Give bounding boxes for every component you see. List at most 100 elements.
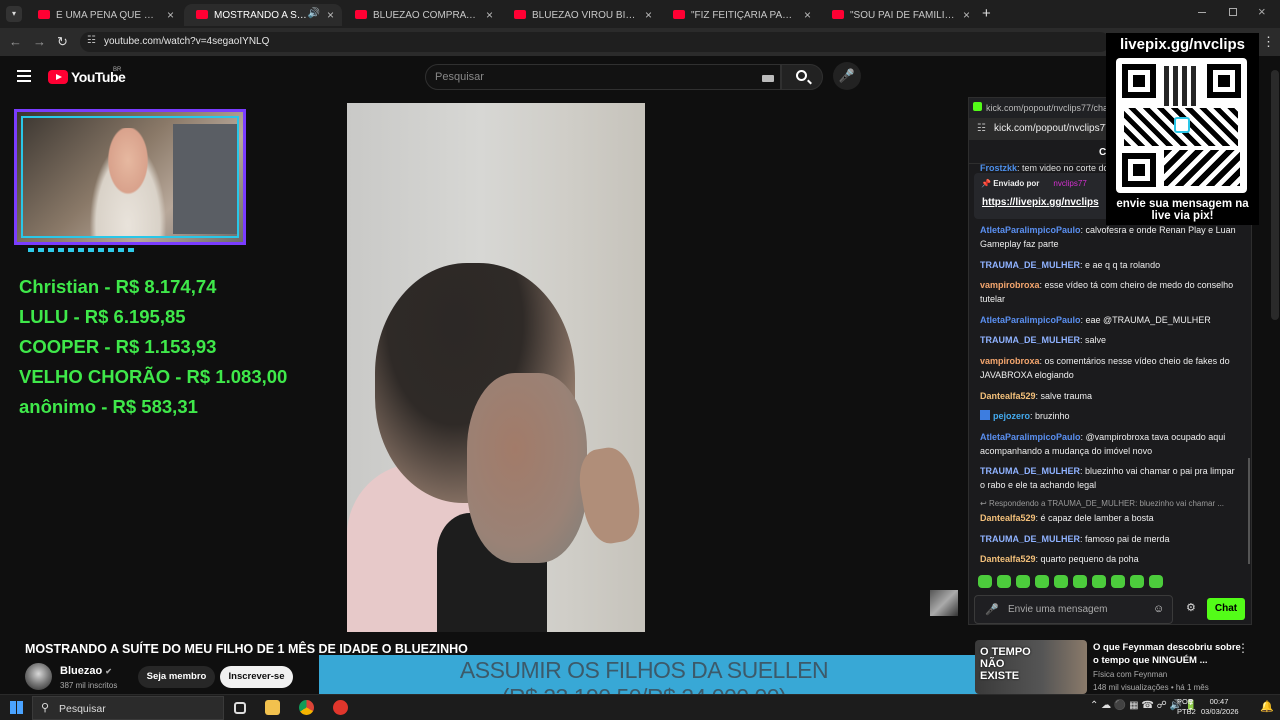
video-player[interactable] [347, 103, 645, 632]
close-tab-icon[interactable]: × [327, 8, 334, 22]
browser-tab[interactable]: BLUEZAO COMPRA PC GAMER E× [343, 4, 501, 26]
taskbar-search-input[interactable]: ⚲ Pesquisar [32, 696, 224, 720]
emote-icon[interactable] [978, 575, 992, 588]
donor-entry: VELHO CHORÃO - R$ 1.083,00 [19, 366, 288, 387]
video-person-face [467, 373, 587, 563]
chat-message-input[interactable]: 🎤 Envie uma mensagem ☺ [974, 595, 1173, 624]
emote-icon[interactable] [1054, 575, 1068, 588]
streamer-webcam [14, 109, 246, 245]
video-person-hand [574, 443, 645, 548]
input-language[interactable]: POR PTB2 [1177, 697, 1196, 717]
windows-start-icon[interactable] [10, 701, 23, 714]
taskbar-clock[interactable]: 00:47 03/03/2026 [1201, 697, 1239, 717]
qr-caption: envie sua mensagem na live via pix! [1116, 198, 1249, 222]
close-tab-icon[interactable]: × [963, 8, 970, 22]
voice-search-mic-icon[interactable]: 🎤 [833, 62, 861, 90]
windows-taskbar: ⚲ Pesquisar ⌃ ☁ ⚫ ▦ ☎ ☍ 🔊 🔋 POR PTB2 00:4… [0, 694, 1280, 720]
emote-icon[interactable] [1092, 575, 1106, 588]
emoji-picker-icon[interactable]: ☺ [1153, 603, 1164, 615]
emote-icon[interactable] [1111, 575, 1125, 588]
youtube-favicon-icon [514, 10, 526, 19]
browser-tab-active[interactable]: MOSTRANDO A SUÍTE DO MEU F🔊× [184, 4, 342, 26]
keyboard-icon[interactable] [762, 75, 774, 82]
chrome-icon[interactable] [299, 700, 314, 715]
tab-list-icon[interactable]: ▾ [6, 6, 22, 22]
verified-icon: ✔ [105, 667, 112, 676]
donor-leaderboard: Christian - R$ 8.174,74 LULU - R$ 6.195,… [19, 276, 287, 426]
chat-message-list: AtletaParalimpicoPaulo: calvofesra e ond… [980, 223, 1242, 573]
join-membership-button[interactable]: Seja membro [138, 666, 215, 688]
chat-message: Frostzkk: tem video no corte do [980, 163, 1109, 173]
channel-avatar[interactable] [25, 663, 52, 690]
reply-arrow-icon: ↩ [980, 498, 989, 508]
site-info-icon: ☷ [977, 123, 986, 134]
reload-icon[interactable]: ↻ [57, 34, 68, 50]
emote-icon[interactable] [1073, 575, 1087, 588]
address-bar[interactable]: ☷ youtube.com/watch?v=4segaoIYNLQ [80, 32, 1110, 52]
browser-tab[interactable]: BLUEZAO VIROU BICHEIRO ??? C× [502, 4, 660, 26]
donor-entry: anônimo - R$ 583,31 [19, 396, 198, 417]
pinned-link[interactable]: https://livepix.gg/nvclips [982, 197, 1099, 208]
close-tab-icon[interactable]: × [804, 8, 811, 22]
app-icon[interactable] [333, 700, 348, 715]
task-view-icon[interactable] [234, 702, 246, 714]
browser-tab-strip: ▾ É UMA PENA QUE O PROFETA FI× MOSTRANDO… [0, 0, 1280, 28]
site-info-icon[interactable]: ☷ [87, 35, 96, 46]
hamburger-menu-icon[interactable] [17, 70, 31, 82]
file-explorer-icon[interactable] [265, 700, 280, 715]
goal-title: ASSUMIR OS FILHOS DA SUELLEN [459, 657, 829, 683]
emote-icon[interactable] [997, 575, 1011, 588]
chat-message: TRAUMA_DE_MULHER: bluezinho vai chamar o… [980, 466, 1235, 491]
emote-icon[interactable] [1016, 575, 1030, 588]
youtube-favicon-icon [832, 10, 844, 19]
close-tab-icon[interactable]: × [645, 8, 652, 22]
youtube-favicon-icon [196, 10, 208, 19]
recommended-channel[interactable]: Física com Feynman [1093, 670, 1167, 679]
video-title: MOSTRANDO A SUÍTE DO MEU FILHO DE 1 MÊS … [25, 642, 468, 656]
close-tab-icon[interactable]: × [167, 8, 174, 22]
search-button[interactable] [781, 64, 823, 90]
close-tab-icon[interactable]: × [486, 8, 493, 22]
emote-icon[interactable] [1130, 575, 1144, 588]
country-code: BR [113, 67, 122, 73]
recommended-video[interactable]: O TEMPO NÃO EXISTE O que Feynman descobr… [975, 640, 1275, 698]
page-scrollbar[interactable] [1271, 70, 1279, 320]
browser-tab[interactable]: "FIZ FEITIÇARIA PARA VOCE" DIZ× [661, 4, 819, 26]
close-window-icon[interactable]: × [1258, 4, 1266, 19]
chat-message: TRAUMA_DE_MULHER: famoso pai de merda [980, 533, 1170, 544]
recommended-title[interactable]: O que Feynman descobriu sobre o tempo qu… [1093, 641, 1243, 667]
chat-settings-gear-icon[interactable]: ⚙ [1186, 601, 1196, 614]
youtube-favicon-icon [38, 10, 50, 19]
chat-scrollbar[interactable] [1248, 458, 1250, 564]
browser-tab[interactable]: É UMA PENA QUE O PROFETA FI× [26, 4, 182, 26]
notification-bell-icon[interactable]: 🔔 [1260, 700, 1274, 713]
webcam-frame [21, 116, 239, 238]
menu-dots-icon[interactable]: ⋮ [1262, 34, 1275, 50]
more-options-icon[interactable]: ⋮ [1237, 641, 1249, 655]
subscribe-button[interactable]: Inscrever-se [220, 666, 293, 688]
emote-icon[interactable] [1035, 575, 1049, 588]
channel-name[interactable]: Bluezao ✔ [60, 665, 112, 677]
browser-toolbar: ← → ↻ ☷ youtube.com/watch?v=4segaoIYNLQ … [0, 28, 1280, 56]
voice-mic-icon[interactable]: 🎤 [985, 603, 999, 616]
small-thumbnail-icon [930, 590, 958, 616]
chat-message: AtletaParalimpicoPaulo: calvofesra e ond… [980, 225, 1236, 249]
new-tab-button[interactable]: + [982, 5, 991, 22]
youtube-favicon-icon [355, 10, 367, 19]
recommended-thumbnail[interactable]: O TEMPO NÃO EXISTE [975, 640, 1087, 694]
kick-logo-icon [973, 102, 982, 111]
livepix-qr-overlay: livepix.gg/nvclips envie sua mensagem na… [1106, 33, 1259, 225]
streamer-figure [83, 128, 173, 236]
audio-playing-icon[interactable]: 🔊 [308, 8, 320, 19]
youtube-favicon-icon [673, 10, 685, 19]
chat-send-button[interactable]: Chat [1207, 598, 1245, 620]
donor-entry: LULU - R$ 6.195,85 [19, 306, 186, 327]
forward-arrow-icon[interactable]: → [33, 34, 46, 49]
maximize-icon[interactable] [1229, 8, 1237, 16]
search-input[interactable]: Pesquisar [425, 64, 781, 90]
recommended-meta: 148 mil visualizações • há 1 mês [1093, 683, 1209, 692]
back-arrow-icon[interactable]: ← [9, 34, 22, 49]
minimize-icon[interactable] [1198, 12, 1206, 13]
browser-tab[interactable]: "SOU PAI DE FAMILIA" DIZ BLUEZ× [820, 4, 978, 26]
emote-icon[interactable] [1149, 575, 1163, 588]
